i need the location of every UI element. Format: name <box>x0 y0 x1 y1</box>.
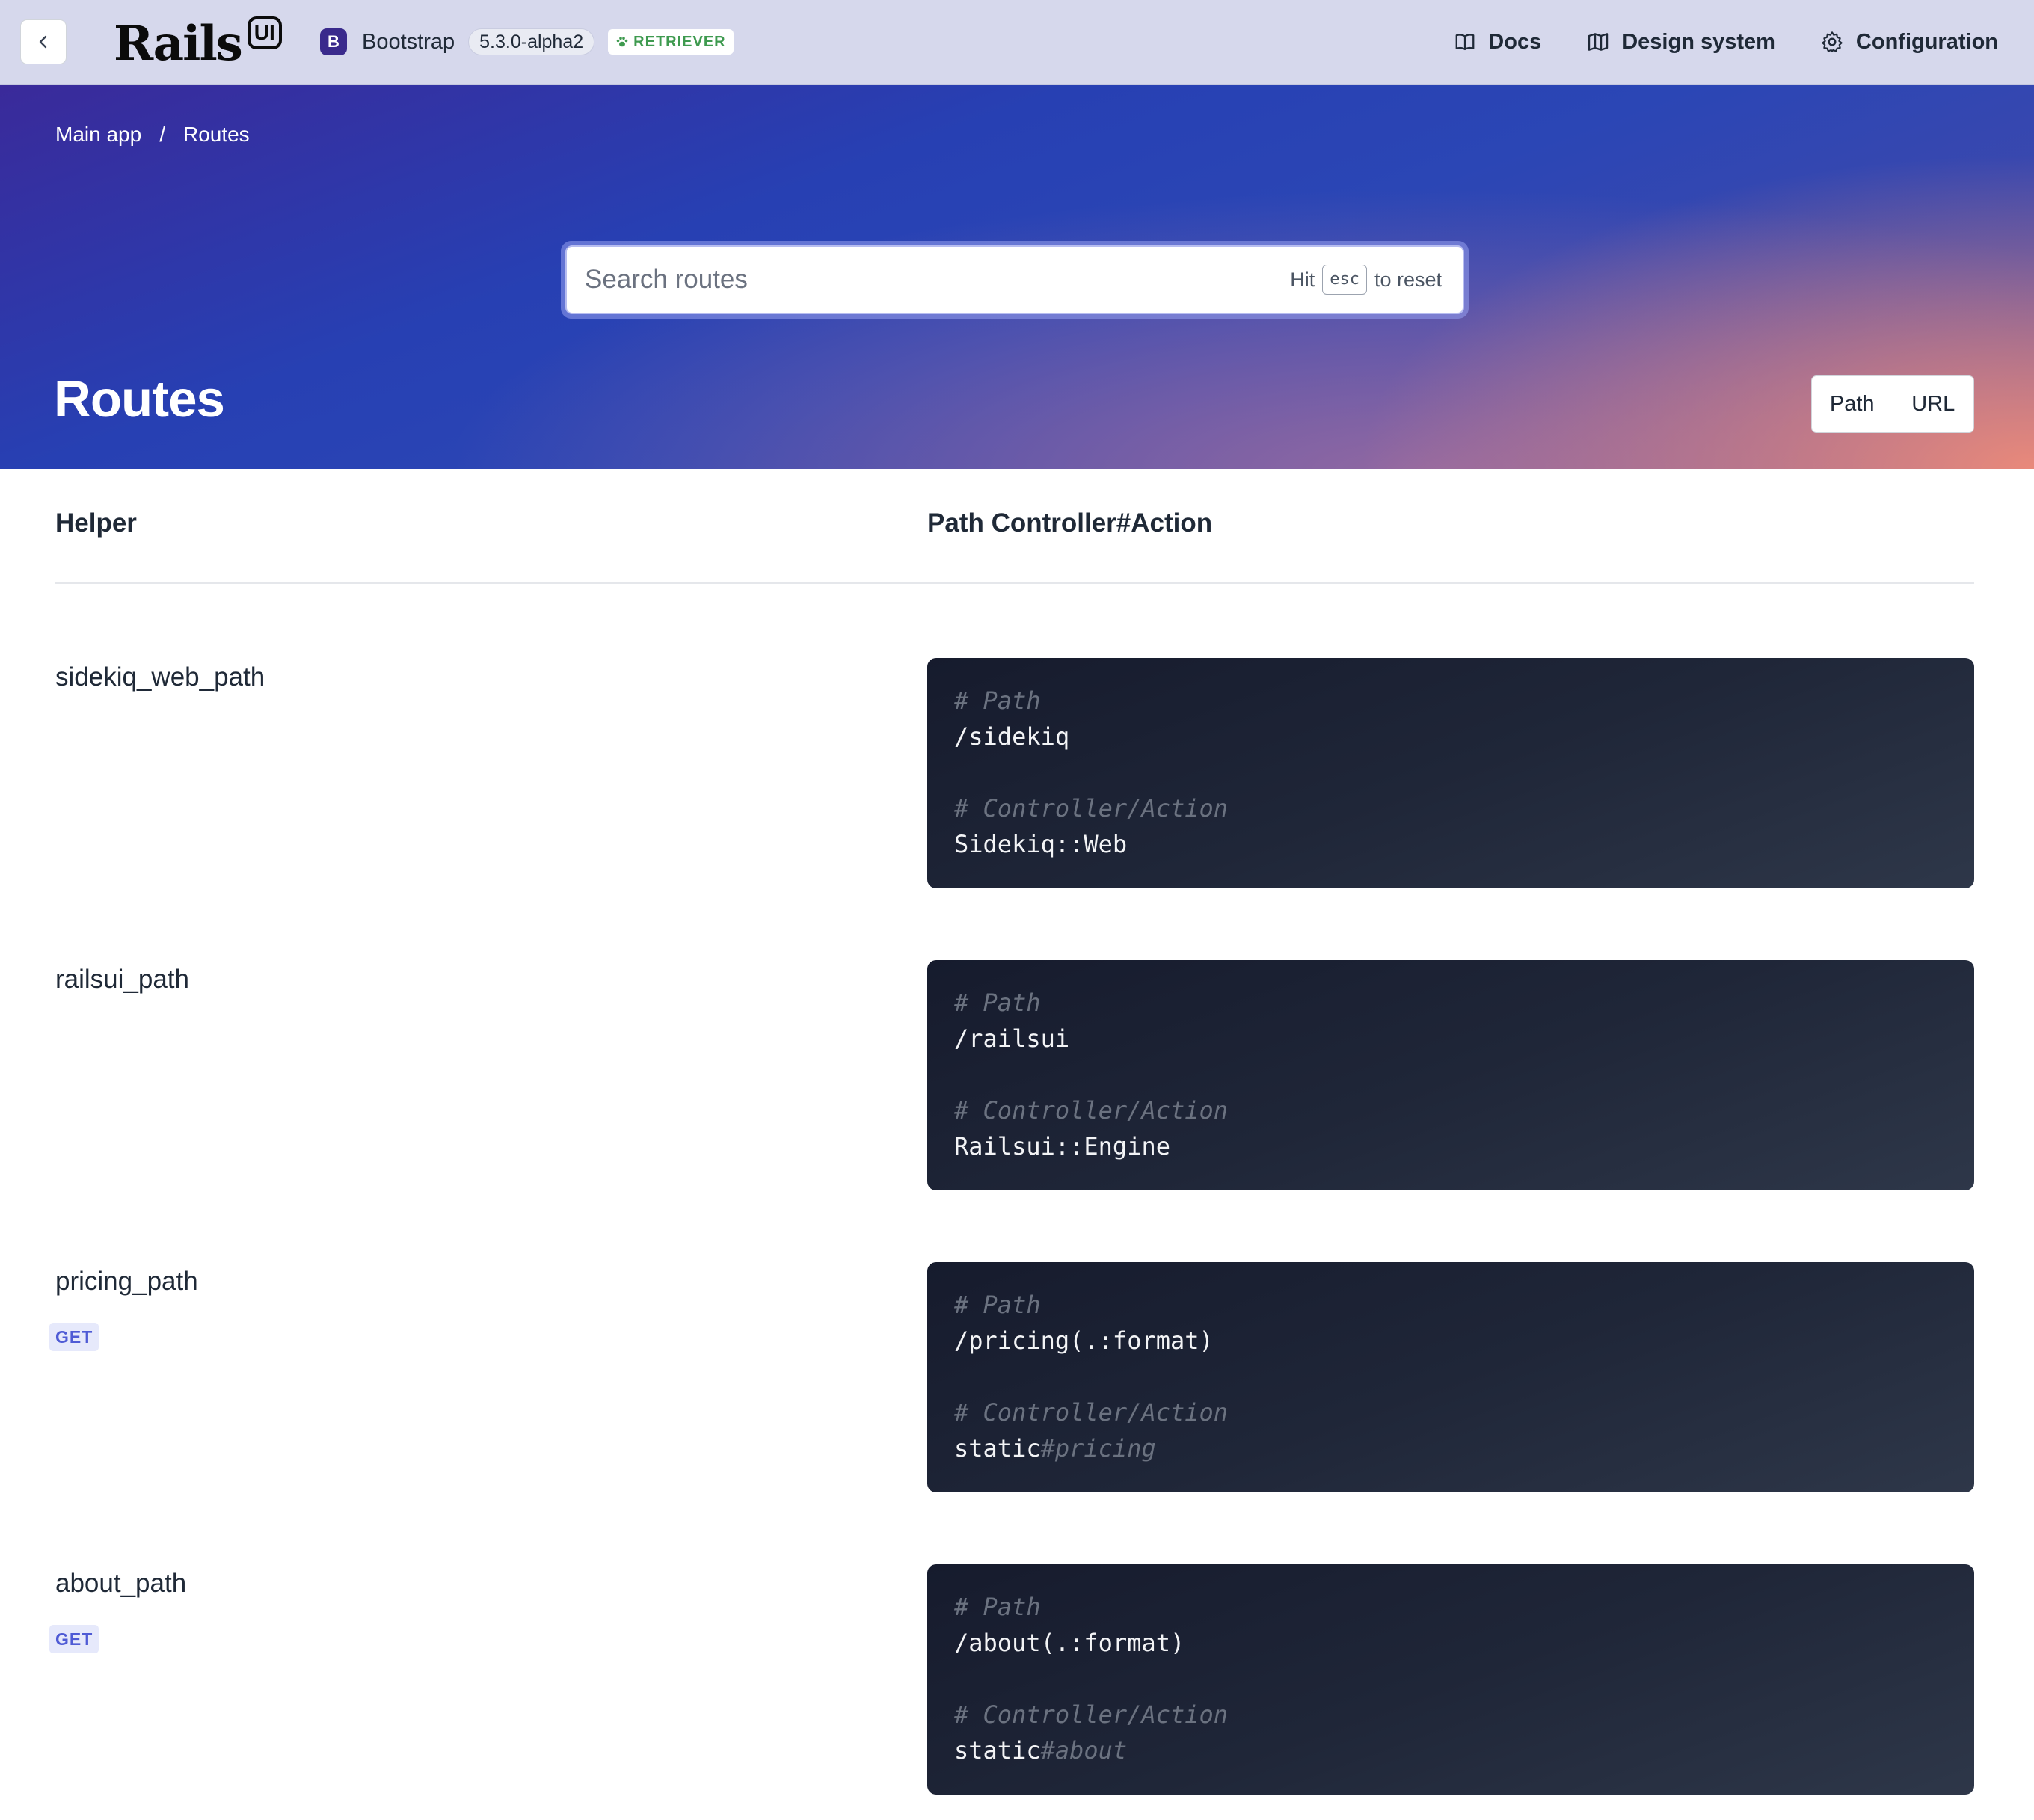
path-comment: # Path <box>954 1593 1041 1621</box>
logo-ui-badge: UI <box>247 16 282 49</box>
route-path: /pricing(.:format) <box>954 1326 1214 1355</box>
esc-key-badge: esc <box>1322 265 1367 295</box>
route-path: /about(.:format) <box>954 1629 1185 1657</box>
book-icon <box>1455 34 1475 51</box>
controller-comment: # Controller/Action <box>954 1398 1229 1427</box>
route-controller: Railsui::Engine <box>954 1132 1170 1160</box>
search-hint-prefix: Hit <box>1290 268 1315 291</box>
route-helper-name: pricing_path <box>55 1267 198 1296</box>
controller-comment: # Controller/Action <box>954 1096 1229 1125</box>
path-comment: # Path <box>954 686 1041 715</box>
back-button[interactable] <box>20 19 67 64</box>
route-helper-name: sidekiq_web_path <box>55 662 265 692</box>
theme-badge-label: RETRIEVER <box>633 34 726 50</box>
route-controller: static <box>954 1434 1041 1463</box>
theme-badge: RETRIEVER <box>608 29 734 55</box>
path-comment: # Path <box>954 1291 1041 1319</box>
route-controller-action: Sidekiq::Web <box>954 830 1127 858</box>
breadcrumb-routes[interactable]: Routes <box>183 123 250 147</box>
path-comment: # Path <box>954 989 1041 1017</box>
nav-link-design-system-label: Design system <box>1622 29 1775 54</box>
controller-comment: # Controller/Action <box>954 1700 1229 1729</box>
search-focus-ring: Hit esc to reset <box>561 241 1469 319</box>
chevron-left-icon <box>39 35 47 49</box>
bootstrap-icon: B <box>320 28 347 55</box>
toggle-path-button[interactable]: Path <box>1812 376 1893 432</box>
header-divider <box>55 582 1974 584</box>
route-code-block: # Path /about(.:format) # Controller/Act… <box>927 1564 1974 1795</box>
route-controller-action: Railsui::Engine <box>954 1132 1170 1160</box>
map-icon <box>1588 33 1609 51</box>
search-hint-suffix: to reset <box>1374 268 1442 291</box>
page-title: Routes <box>54 370 225 428</box>
rails-ui-logo[interactable]: Rails UI <box>114 10 282 78</box>
controller-comment: # Controller/Action <box>954 794 1229 823</box>
search-box: Hit esc to reset <box>565 245 1464 314</box>
top-navbar: Rails UI B Bootstrap 5.3.0-alpha2 RETRIE… <box>0 0 2034 85</box>
page-header: Main app / Routes Hit esc to reset Route… <box>0 85 2034 469</box>
http-method-badge: GET <box>49 1625 99 1653</box>
route-action: #pricing <box>1040 1434 1156 1463</box>
http-method-badge: GET <box>49 1323 99 1351</box>
gear-icon <box>1822 31 1843 52</box>
breadcrumb-main-app[interactable]: Main app <box>55 123 141 147</box>
route-action: #about <box>1040 1736 1128 1765</box>
route-path: /railsui <box>954 1024 1070 1053</box>
logo-wordmark: Rails <box>114 16 243 72</box>
route-helper-name: railsui_path <box>55 965 189 994</box>
search-hint: Hit esc to reset <box>1290 247 1442 313</box>
breadcrumb-separator: / <box>159 123 165 146</box>
route-controller: static <box>954 1736 1041 1765</box>
breadcrumb: Main app / Routes <box>55 123 250 147</box>
nav-link-docs-label: Docs <box>1488 29 1542 54</box>
search-input[interactable] <box>585 257 1243 302</box>
route-helper-name: about_path <box>55 1569 187 1598</box>
route-code-block: # Path /pricing(.:format) # Controller/A… <box>927 1262 1974 1492</box>
toggle-url-button[interactable]: URL <box>1892 376 1974 432</box>
framework-name: Bootstrap <box>362 29 455 54</box>
route-code-block: # Path /railsui # Controller/Action Rail… <box>927 960 1974 1190</box>
route-controller: Sidekiq::Web <box>954 830 1128 858</box>
path-url-toggle: Path URL <box>1811 375 1974 433</box>
column-header-helper: Helper <box>55 508 137 538</box>
route-controller-action: static#pricing <box>954 1434 1156 1463</box>
nav-link-configuration[interactable]: Configuration <box>1820 30 1998 55</box>
paw-icon <box>616 37 628 47</box>
framework-info: B Bootstrap 5.3.0-alpha2 RETRIEVER <box>320 27 734 57</box>
nav-link-design-system[interactable]: Design system <box>1586 30 1775 55</box>
route-controller-action: static#about <box>954 1736 1127 1765</box>
column-header-path-controller-action: Path Controller#Action <box>927 508 1213 538</box>
nav-link-docs[interactable]: Docs <box>1454 30 1541 55</box>
route-code-block: # Path /sidekiq # Controller/Action Side… <box>927 658 1974 888</box>
nav-link-configuration-label: Configuration <box>1855 29 1998 54</box>
framework-version-badge: 5.3.0-alpha2 <box>468 28 595 55</box>
route-path: /sidekiq <box>954 722 1070 751</box>
top-nav-links: Docs Design system Configuration <box>1454 22 1998 61</box>
